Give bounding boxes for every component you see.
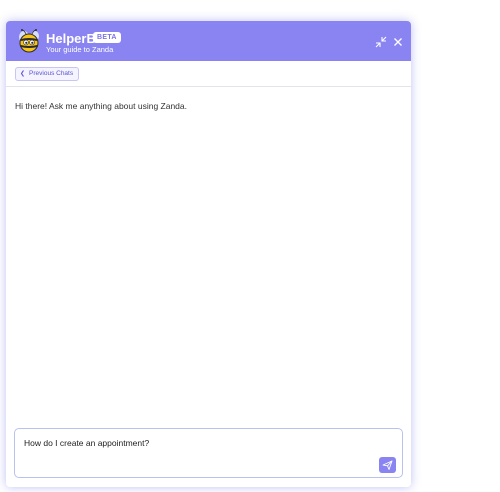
previous-chats-button[interactable]: ❮ Previous Chats: [15, 67, 80, 81]
close-button[interactable]: [392, 35, 404, 47]
chat-nav-bar: ❮ Previous Chats: [6, 61, 411, 87]
send-icon: [382, 460, 393, 470]
assistant-message: Hi there! Ask me anything about using Za…: [15, 101, 187, 111]
bee-mascot-icon: [15, 27, 43, 55]
message-input-value[interactable]: How do I create an appointment?: [24, 438, 149, 449]
minimize-button[interactable]: [375, 35, 387, 48]
chat-header: HelperBee BETA Your guide to Zanda: [6, 21, 411, 61]
send-button[interactable]: [379, 457, 396, 473]
minimize-icon: [375, 36, 387, 48]
app-subtitle: Your guide to Zanda: [46, 45, 114, 54]
message-input[interactable]: How do I create an appointment?: [14, 428, 403, 478]
chat-window: HelperBee BETA Your guide to Zanda ❮ Prev…: [6, 21, 411, 487]
beta-badge: BETA: [93, 32, 121, 43]
close-icon: [394, 38, 402, 46]
previous-chats-label: Previous Chats: [29, 70, 74, 77]
chevron-left-icon: ❮: [20, 71, 26, 77]
